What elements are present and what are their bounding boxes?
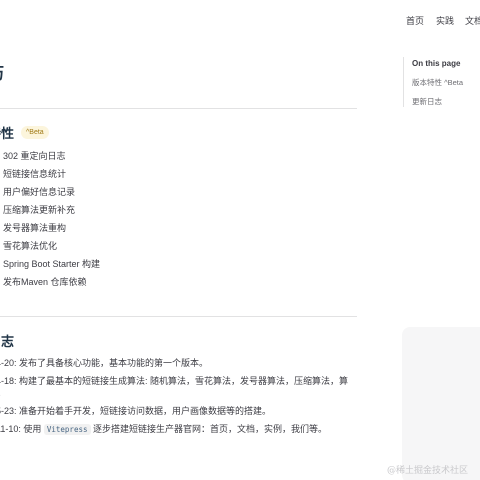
- list-item: : Spring Boot Starter 构建: [0, 259, 101, 269]
- list-item: 2-11-10: 使用 Vitepress 逐步搭建短链接生产器官网：首页，文档…: [0, 423, 360, 436]
- changelog-heading-text: 日志: [0, 334, 15, 349]
- toc-link-features[interactable]: 版本特性 ^Beta: [412, 77, 480, 88]
- list-item: : 发号器算法重构: [0, 223, 67, 233]
- sidebar-ad-panel: [402, 327, 480, 480]
- beta-badge: ^Beta: [21, 126, 49, 139]
- list-item: 2-4-18: 构建了最基本的短链接生成算法: 随机算法，雪花算法，发号器算法，…: [0, 376, 349, 398]
- feature-list: : 302 重定向日志 : 短链接信息统计 : 用户偏好信息记录 : 压缩算法更…: [0, 150, 100, 294]
- features-heading-text: 特性: [0, 126, 15, 141]
- section-divider: [0, 108, 357, 109]
- nav-link-practice[interactable]: 实践: [436, 14, 454, 27]
- page-title: 历: [0, 60, 4, 84]
- features-heading: 特性 ^Beta: [0, 123, 49, 142]
- log-text-after: 逐步搭建短链接生产器官网：首页，文档，实例，我们等。: [90, 424, 328, 434]
- log-text-before: 2-11-10: 使用: [0, 424, 42, 434]
- list-item: : 302 重定向日志: [0, 151, 66, 161]
- top-navbar: 首页 实践 文档: [0, 0, 480, 40]
- table-of-contents: On this page 版本特性 ^Beta 更新日志: [403, 57, 480, 107]
- list-item: 2-5-23: 准备开始着手开发，短链接访问数据，用户画像数据等的搭建。: [0, 406, 272, 416]
- changelog-list: 2-4-20: 发布了具备核心功能，基本功能的第一个版本。 2-4-18: 构建…: [0, 357, 360, 436]
- toc-title: On this page: [412, 59, 461, 68]
- inline-code: Vitepress: [43, 424, 91, 435]
- list-item: : 雪花算法优化: [0, 241, 58, 251]
- list-item: : 用户偏好信息记录: [0, 187, 76, 197]
- changelog-heading: 日志: [0, 331, 14, 350]
- nav-link-docs[interactable]: 文档: [465, 14, 480, 27]
- section-divider: [0, 316, 357, 317]
- nav-link-home[interactable]: 首页: [406, 14, 424, 27]
- list-item: : 压缩算法更新补充: [0, 205, 76, 215]
- list-item: : 短链接信息统计: [0, 169, 67, 179]
- toc-link-changelog[interactable]: 更新日志: [412, 96, 480, 107]
- list-item: 2-4-20: 发布了具备核心功能，基本功能的第一个版本。: [0, 358, 209, 368]
- list-item: : 发布Maven 仓库依赖: [0, 277, 87, 287]
- watermark: @稀土掘金技术社区: [387, 466, 469, 476]
